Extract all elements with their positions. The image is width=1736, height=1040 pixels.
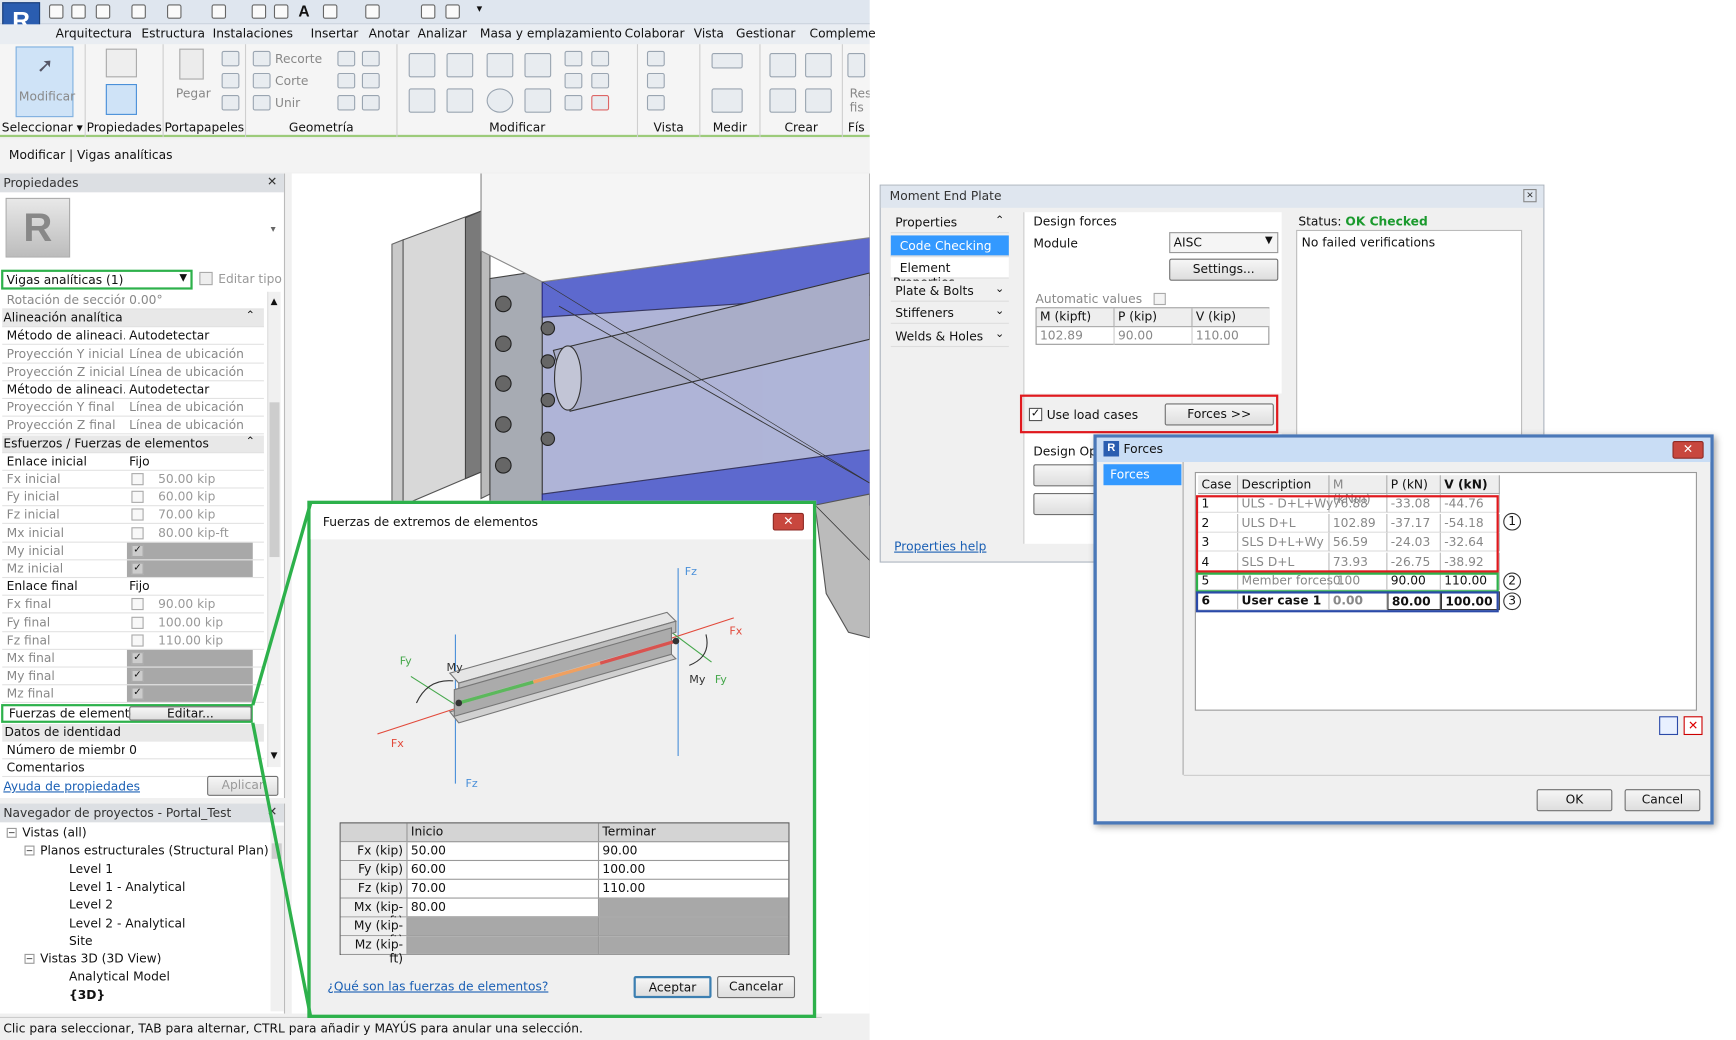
module-dropdown-icon: ▼ bbox=[1265, 235, 1273, 247]
automatic-values-table: M (kipft) P (kip) V (kip) 102.89 90.00 1… bbox=[1035, 307, 1270, 345]
status-value: OK Checked bbox=[1345, 214, 1428, 229]
mep-nav-label: Properties bbox=[895, 215, 958, 230]
module-select[interactable]: AISC ▼ bbox=[1169, 232, 1279, 254]
auto-value-v: 110.00 bbox=[1195, 328, 1239, 343]
mep-close-icon[interactable]: ✕ bbox=[1523, 189, 1537, 203]
forces-nav: Forces bbox=[1101, 462, 1184, 775]
use-load-cases-checkbox[interactable]: ✓ bbox=[1028, 407, 1043, 422]
auto-header-p: P (kip) bbox=[1114, 308, 1193, 328]
callout-3: 3 bbox=[1503, 592, 1522, 611]
module-value: AISC bbox=[1173, 235, 1202, 250]
status-label: Status: bbox=[1298, 214, 1342, 229]
forces-col-header: P (kN) bbox=[1387, 475, 1441, 495]
status-message: No failed verifications bbox=[1301, 235, 1436, 250]
mep-nav-element-properties[interactable]: Element Properties bbox=[890, 257, 1009, 290]
design-option-button-2[interactable] bbox=[1033, 492, 1101, 516]
design-option-button-1[interactable] bbox=[1033, 464, 1101, 487]
automatic-values-label: Automatic values bbox=[1035, 291, 1143, 307]
auto-header-v: V (kip) bbox=[1192, 308, 1270, 328]
mep-title: Moment End Plate bbox=[889, 189, 1002, 204]
forces-table: Case Description M (kNm) P (kN) V (kN) 1 ULS … bbox=[1194, 471, 1697, 711]
mep-navigation: Properties ⌃Code Checking Element Properti… bbox=[881, 212, 1015, 544]
ultimate-cases-highlight bbox=[1195, 495, 1499, 573]
forces-ok-button[interactable]: OK bbox=[1536, 789, 1613, 812]
mep-help-link[interactable]: Properties help bbox=[894, 539, 986, 553]
settings-button[interactable]: Settings... bbox=[1169, 258, 1279, 281]
forces-app-icon: R bbox=[1103, 441, 1120, 457]
mep-nav-label: Code Checking bbox=[899, 238, 992, 253]
mep-nav-label: Welds & Holes bbox=[895, 328, 984, 344]
forces-cancel-button[interactable]: Cancel bbox=[1624, 789, 1701, 812]
mep-nav-chevron-icon: ⌄ bbox=[995, 305, 1005, 318]
status-messages: No failed verifications bbox=[1296, 229, 1523, 451]
forces-title-bar: R Forces ✕ bbox=[1096, 437, 1711, 463]
forces-nav-item[interactable]: Forces bbox=[1103, 464, 1182, 486]
delete-case-icon[interactable]: ✕ bbox=[1683, 716, 1703, 736]
auto-value-m: 102.89 bbox=[1037, 327, 1115, 345]
mep-nav-chevron-icon: ⌄ bbox=[995, 282, 1005, 295]
use-load-cases-label: Use load cases bbox=[1046, 407, 1139, 423]
forces-button[interactable]: Forces >> bbox=[1164, 403, 1274, 426]
automatic-values-checkbox[interactable] bbox=[1153, 292, 1166, 306]
module-label: Module bbox=[1033, 236, 1078, 251]
forces-col-header: Description bbox=[1238, 475, 1330, 495]
forces-header-row: Case Description M (kNm) P (kN) V (kN) bbox=[1198, 475, 1500, 506]
callout-1: 1 bbox=[1503, 512, 1522, 531]
revit-window: A ▾ R Arquitectura Estructura Instalacione… bbox=[0, 0, 876, 1040]
mep-nav-label: Stiffeners bbox=[895, 306, 954, 321]
forces-dialog: R Forces ✕ Forces Case Description M (kNm)… bbox=[1093, 434, 1714, 825]
mep-nav-label: Plate & Bolts bbox=[895, 283, 974, 298]
mep-nav-code-checking[interactable]: Code Checking bbox=[890, 234, 1009, 256]
forces-col-header: Case bbox=[1198, 475, 1239, 495]
mep-nav-plate-bolts[interactable]: Plate & Bolts ⌄ bbox=[890, 280, 1009, 302]
mep-nav-stiffeners[interactable]: Stiffeners ⌄ bbox=[890, 302, 1009, 324]
forces-divider bbox=[1183, 774, 1711, 776]
mep-nav-chevron-icon: ⌄ bbox=[995, 327, 1005, 340]
auto-value-p: 90.00 bbox=[1115, 327, 1193, 345]
user-case-highlight bbox=[1195, 591, 1499, 613]
forces-col-header: M (kNm) bbox=[1329, 475, 1388, 506]
status-line: Status: OK Checked bbox=[1298, 214, 1427, 228]
forces-close-icon[interactable]: ✕ bbox=[1672, 441, 1704, 459]
mep-nav-welds-holes[interactable]: Welds & Holes ⌄ bbox=[890, 325, 1009, 347]
callout-2: 2 bbox=[1503, 572, 1522, 591]
forces-col-header: V (kN) bbox=[1440, 475, 1500, 495]
design-forces-label: Design forces bbox=[1033, 214, 1117, 229]
member-forces-case-highlight bbox=[1195, 572, 1499, 593]
auto-header-m: M (kipft) bbox=[1036, 308, 1115, 328]
forces-title: Forces bbox=[1123, 442, 1164, 457]
design-options-label: Design Opt bbox=[1033, 444, 1102, 459]
mep-nav-chevron-icon: ⌃ bbox=[995, 214, 1005, 227]
mep-nav-properties[interactable]: Properties ⌃ bbox=[890, 212, 1009, 234]
use-load-cases-highlight: ✓ Use load cases Forces >> bbox=[1019, 394, 1279, 434]
callout-connector-lines bbox=[251, 502, 313, 1018]
add-case-icon[interactable] bbox=[1659, 716, 1679, 736]
mep-title-bar: Moment End Plate ✕ bbox=[880, 185, 1544, 208]
